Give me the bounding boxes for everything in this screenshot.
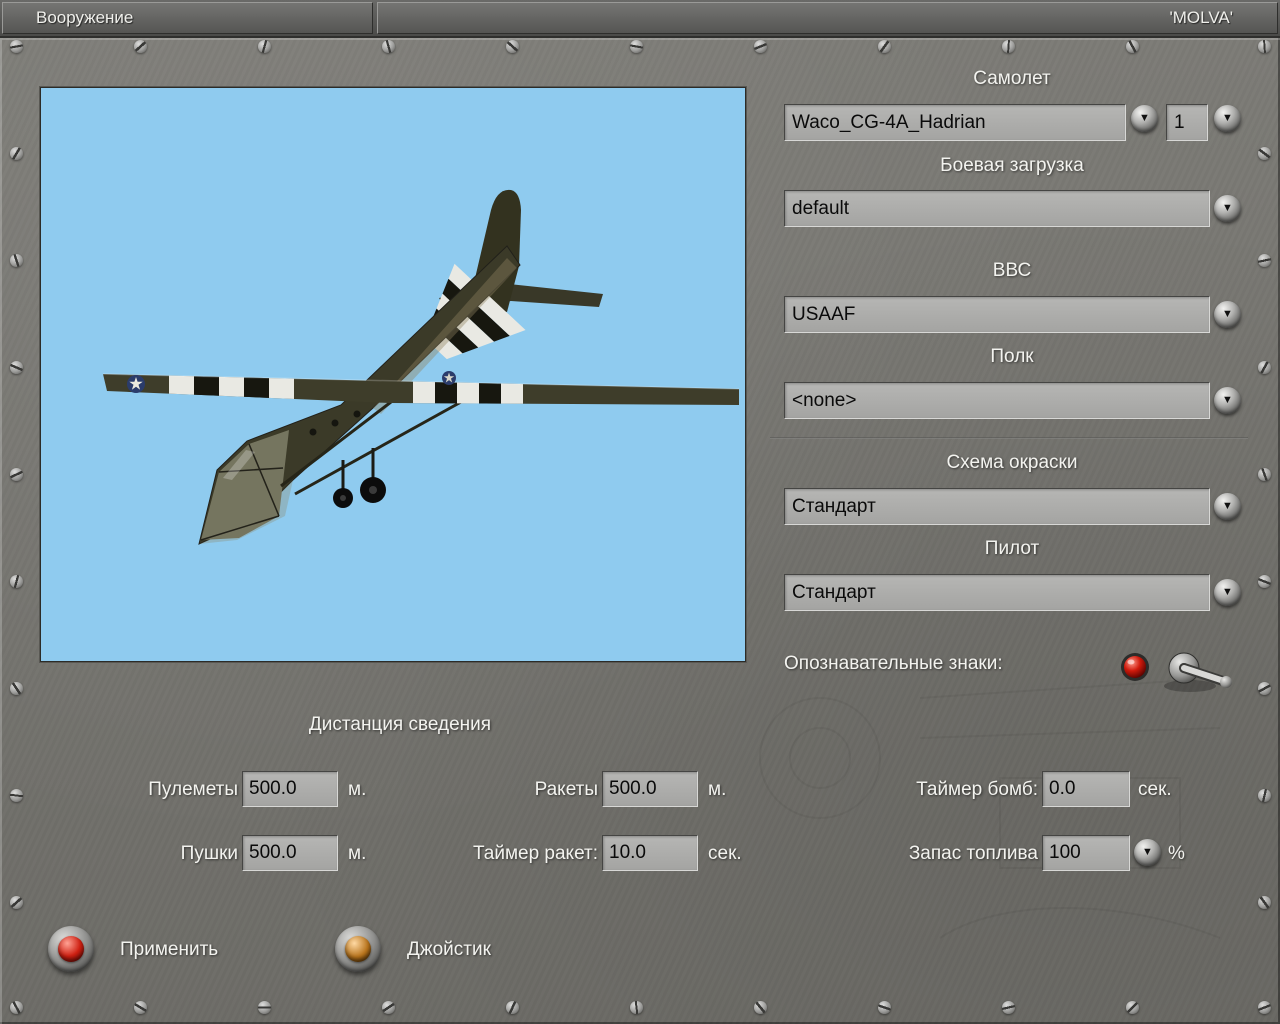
mission-title-label: 'MOLVA' bbox=[1169, 8, 1233, 27]
aircraft-count-arrow-button[interactable]: ▼ bbox=[1214, 105, 1241, 132]
titlebar: Вооружение 'MOLVA' bbox=[0, 0, 1280, 38]
fuel-input[interactable] bbox=[1042, 835, 1130, 871]
loadout-arrow-button[interactable]: ▼ bbox=[1214, 195, 1241, 222]
pilot-arrow-button[interactable]: ▼ bbox=[1214, 579, 1241, 606]
dropdown-arrow-icon: ▼ bbox=[1222, 308, 1233, 320]
joystick-button-lamp-icon bbox=[335, 926, 381, 972]
regiment-arrow-button[interactable]: ▼ bbox=[1214, 387, 1241, 414]
machineguns-label: Пулеметы bbox=[148, 779, 238, 800]
tab-armament-label: Вооружение bbox=[36, 8, 134, 27]
dropdown-arrow-icon: ▼ bbox=[1222, 586, 1233, 598]
paint-scheme-label: Схема окраски bbox=[946, 452, 1078, 473]
airforce-label: ВВС bbox=[992, 260, 1032, 281]
bomb-timer-unit-label: сек. bbox=[1138, 779, 1172, 800]
joystick-button[interactable]: Джойстик bbox=[331, 924, 521, 978]
cannons-convergence-input[interactable] bbox=[242, 835, 338, 871]
apply-button-lamp-icon bbox=[48, 926, 94, 972]
fuel-unit-label: % bbox=[1168, 843, 1185, 864]
regiment-label: Полк bbox=[990, 346, 1034, 367]
rockets-convergence-input[interactable] bbox=[602, 771, 698, 807]
fuel-label: Запас топлива bbox=[908, 843, 1038, 864]
machineguns-convergence-input[interactable] bbox=[242, 771, 338, 807]
loadout-label: Боевая загрузка bbox=[940, 155, 1084, 176]
apply-button-label: Применить bbox=[120, 939, 219, 960]
airforce-arrow-button[interactable]: ▼ bbox=[1214, 301, 1241, 328]
loadout-select[interactable]: default bbox=[784, 190, 1210, 227]
convergence-title: Дистанция сведения bbox=[308, 714, 492, 735]
regiment-select-value: <none> bbox=[792, 389, 857, 411]
pilot-label: Пилот bbox=[984, 538, 1040, 559]
markings-label: Опознавательные знаки: bbox=[784, 653, 1003, 674]
markings-toggle[interactable] bbox=[1118, 642, 1244, 698]
cannons-label: Пушки bbox=[180, 843, 238, 864]
rocket-timer-unit-label: сек. bbox=[708, 843, 742, 864]
tab-armament[interactable]: Вооружение bbox=[2, 2, 373, 34]
dropdown-arrow-icon: ▼ bbox=[1222, 112, 1233, 124]
joystick-button-label: Джойстик bbox=[407, 939, 491, 960]
pilot-select-value: Стандарт bbox=[792, 581, 876, 603]
dropdown-arrow-icon: ▼ bbox=[1222, 394, 1233, 406]
airforce-select-value: USAAF bbox=[792, 303, 856, 325]
paint-scheme-select-value: Стандарт bbox=[792, 495, 876, 517]
aircraft-select-value: Waco_CG-4A_Hadrian bbox=[792, 111, 986, 133]
regiment-select[interactable]: <none> bbox=[784, 382, 1210, 419]
dropdown-arrow-icon: ▼ bbox=[1142, 846, 1153, 858]
pilot-select[interactable]: Стандарт bbox=[784, 574, 1210, 611]
aircraft-select[interactable]: Waco_CG-4A_Hadrian bbox=[784, 104, 1126, 141]
rockets-label: Ракеты bbox=[534, 779, 598, 800]
fuel-arrow-button[interactable]: ▼ bbox=[1134, 839, 1161, 866]
mission-title-tab: 'MOLVA' bbox=[377, 2, 1278, 34]
apply-button[interactable]: Применить bbox=[44, 924, 244, 978]
aircraft-image bbox=[102, 188, 740, 545]
main-panel: Самолет Waco_CG-4A_Hadrian ▼ 1 ▼ Боевая … bbox=[0, 38, 1280, 1024]
airforce-select[interactable]: USAAF bbox=[784, 296, 1210, 333]
dropdown-arrow-icon: ▼ bbox=[1222, 202, 1233, 214]
dropdown-arrow-icon: ▼ bbox=[1222, 500, 1233, 512]
divider bbox=[770, 437, 1248, 439]
dropdown-arrow-icon: ▼ bbox=[1139, 112, 1150, 124]
armament-screen: Вооружение 'MOLVA' Самолет Waco_CG-4A_Ha… bbox=[0, 0, 1280, 1024]
aircraft-select-arrow-button[interactable]: ▼ bbox=[1131, 105, 1158, 132]
aircraft-preview bbox=[40, 87, 746, 662]
paint-scheme-select[interactable]: Стандарт bbox=[784, 488, 1210, 525]
rockets-unit-label: м. bbox=[708, 779, 727, 800]
bomb-timer-input[interactable] bbox=[1042, 771, 1130, 807]
machineguns-unit-label: м. bbox=[348, 779, 367, 800]
cannons-unit-label: м. bbox=[348, 843, 367, 864]
rocket-timer-input[interactable] bbox=[602, 835, 698, 871]
markings-toggle-switch-icon bbox=[1121, 652, 1232, 692]
loadout-select-value: default bbox=[792, 197, 850, 219]
aircraft-count-value: 1 bbox=[1174, 111, 1185, 133]
aircraft-label: Самолет bbox=[973, 68, 1051, 89]
rocket-timer-label: Таймер ракет: bbox=[473, 843, 598, 864]
bomb-timer-label: Таймер бомб: bbox=[916, 779, 1038, 800]
aircraft-count-select[interactable]: 1 bbox=[1166, 104, 1208, 141]
paint-scheme-arrow-button[interactable]: ▼ bbox=[1214, 493, 1241, 520]
